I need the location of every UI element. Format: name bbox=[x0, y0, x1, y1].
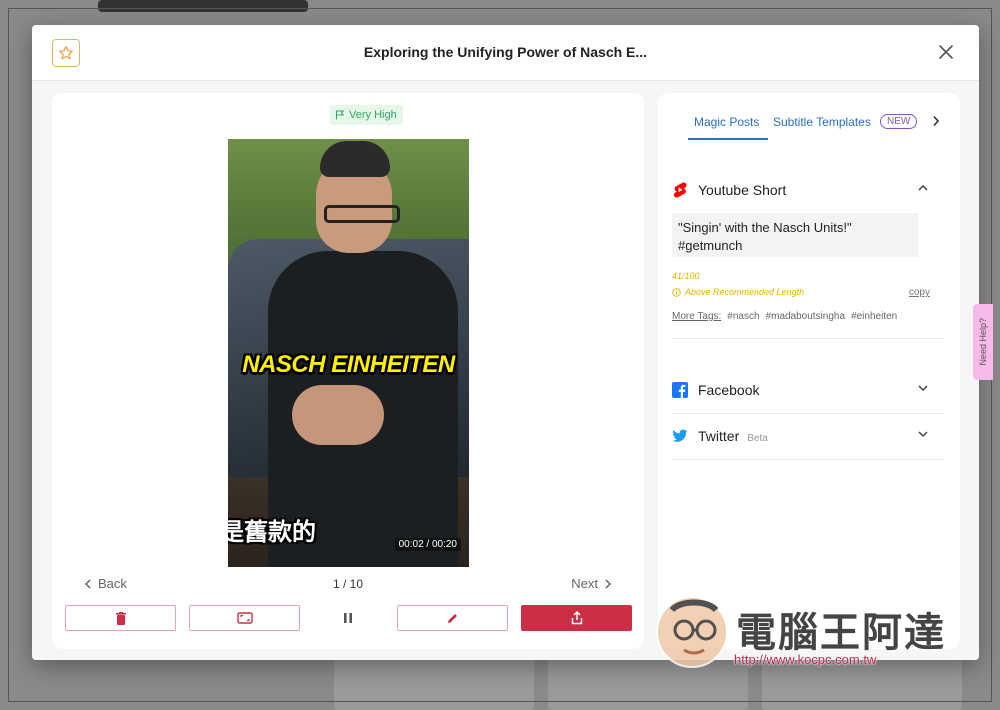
platform-facebook: Facebook bbox=[672, 367, 944, 414]
aspect-ratio-icon bbox=[236, 612, 253, 624]
video-subtitle-overlay: 是舊款的 bbox=[228, 519, 316, 546]
active-tab-indicator bbox=[688, 138, 768, 140]
twitter-icon bbox=[672, 428, 688, 444]
need-help-label: Need Help? bbox=[978, 318, 988, 366]
video-frame-glasses bbox=[324, 205, 400, 223]
info-circle-icon bbox=[672, 287, 681, 297]
youtube-shorts-icon bbox=[672, 182, 688, 198]
tab-magic-posts[interactable]: Magic Posts bbox=[694, 115, 759, 129]
modal-body: Very High NASCH EINHEITEN 是舊款的 00:02 / 0… bbox=[32, 81, 979, 660]
back-button[interactable]: Back bbox=[84, 576, 127, 591]
share-button[interactable] bbox=[521, 605, 632, 631]
rating-badge: Very High bbox=[330, 105, 403, 125]
pause-icon bbox=[344, 613, 352, 623]
tag-chip[interactable]: #madaboutsingha bbox=[766, 311, 846, 322]
close-icon bbox=[939, 45, 953, 59]
platform-name: Youtube Short bbox=[698, 182, 787, 198]
platform-name: Facebook bbox=[698, 382, 760, 398]
watermark: 電腦王阿達 http://www.kocpc.com.tw bbox=[656, 596, 956, 670]
video-modal: Exploring the Unifying Power of Nasch E.… bbox=[32, 25, 979, 660]
length-warning: Above Recommended Length bbox=[672, 287, 944, 297]
watermark-mascot-icon bbox=[656, 596, 728, 668]
new-badge: NEW bbox=[880, 114, 918, 129]
modal-header: Exploring the Unifying Power of Nasch E.… bbox=[32, 25, 979, 81]
watermark-url: http://www.kocpc.com.tw bbox=[734, 652, 877, 667]
chevron-up-icon bbox=[918, 184, 928, 191]
platform-header-youtube-short[interactable]: Youtube Short bbox=[672, 167, 944, 213]
platform-name: Twitter bbox=[698, 428, 740, 444]
video-frame-hair bbox=[320, 141, 390, 177]
tags-row: More Tags: #nasch #madaboutsingha #einhe… bbox=[672, 311, 944, 338]
pencil-icon bbox=[448, 613, 457, 623]
video-caption-overlay: NASCH EINHEITEN bbox=[242, 351, 455, 378]
flag-icon bbox=[335, 110, 345, 120]
length-count: 41/100 bbox=[672, 271, 700, 281]
post-text[interactable]: "Singin' with the Nasch Units!" #getmunc… bbox=[672, 213, 918, 257]
chevron-left-icon bbox=[84, 578, 91, 589]
tag-chip[interactable]: #nasch bbox=[727, 311, 759, 322]
facebook-icon bbox=[672, 382, 688, 398]
chevron-right-icon bbox=[933, 115, 940, 127]
share-upload-icon bbox=[571, 611, 582, 625]
video-preview-panel: Very High NASCH EINHEITEN 是舊款的 00:02 / 0… bbox=[52, 93, 644, 649]
pause-button[interactable] bbox=[336, 605, 360, 631]
rating-label: Very High bbox=[349, 109, 397, 121]
need-help-tab[interactable]: Need Help? bbox=[973, 304, 993, 380]
platform-twitter: Twitter Beta bbox=[672, 413, 944, 460]
tag-chip[interactable]: #einheiten bbox=[851, 311, 897, 322]
platform-youtube-short: Youtube Short "Singin' with the Nasch Un… bbox=[672, 167, 944, 339]
chevron-right-icon bbox=[605, 578, 612, 589]
beta-badge: Beta bbox=[747, 432, 768, 444]
magic-posts-panel: Magic Posts Subtitle Templates NEW Youtu… bbox=[658, 93, 960, 649]
tab-subtitle-templates[interactable]: Subtitle Templates bbox=[773, 115, 871, 129]
platform-header-twitter[interactable]: Twitter Beta bbox=[672, 413, 944, 459]
back-label: Back bbox=[98, 576, 127, 591]
trash-icon bbox=[115, 611, 126, 625]
more-tags-label[interactable]: More Tags: bbox=[672, 311, 721, 322]
chevron-down-icon bbox=[918, 385, 928, 392]
next-button[interactable]: Next bbox=[571, 576, 612, 591]
clip-counter: 1 / 10 bbox=[332, 577, 364, 591]
close-button[interactable] bbox=[935, 41, 957, 63]
video-frame-hands bbox=[292, 385, 384, 445]
watermark-title: 電腦王阿達 bbox=[736, 611, 946, 655]
platform-header-facebook[interactable]: Facebook bbox=[672, 367, 944, 413]
modal-title: Exploring the Unifying Power of Nasch E.… bbox=[363, 44, 648, 60]
delete-button[interactable] bbox=[65, 605, 176, 631]
resize-button[interactable] bbox=[189, 605, 300, 631]
tabs-scroll-right-button[interactable] bbox=[932, 114, 940, 132]
video-timestamp: 00:02 / 00:20 bbox=[394, 538, 461, 551]
length-warning-text: Above Recommended Length bbox=[685, 287, 805, 297]
edit-button[interactable] bbox=[397, 605, 508, 631]
video-player[interactable]: NASCH EINHEITEN 是舊款的 00:02 / 00:20 bbox=[228, 139, 469, 567]
next-label: Next bbox=[571, 576, 598, 591]
panel-tabs: Magic Posts Subtitle Templates NEW bbox=[658, 93, 960, 141]
chevron-down-icon bbox=[918, 431, 928, 438]
